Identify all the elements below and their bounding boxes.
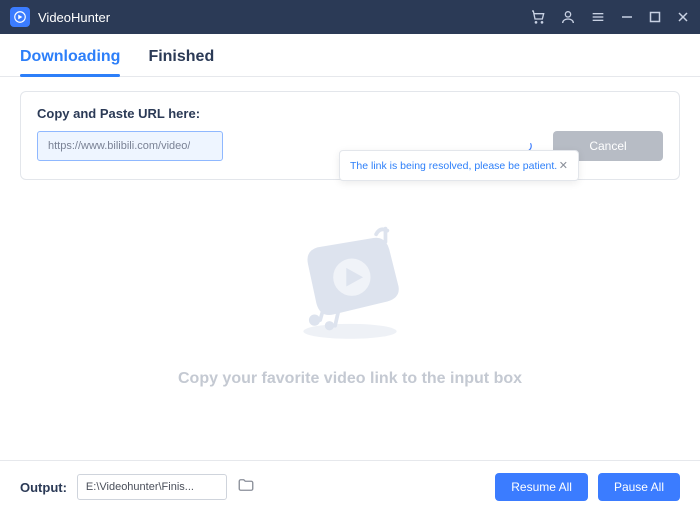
url-input[interactable]: [37, 131, 223, 161]
url-card: Copy and Paste URL here: Cancel The link…: [20, 91, 680, 180]
empty-illustration-icon: [275, 210, 425, 350]
tooltip-close-icon[interactable]: ✕: [559, 159, 568, 172]
empty-caption: Copy your favorite video link to the inp…: [0, 370, 700, 388]
resolving-tooltip: The link is being resolved, please be pa…: [339, 150, 579, 181]
footer: Output: E:\Videohunter\Finis... Resume A…: [0, 460, 700, 515]
tabs: Downloading Finished: [0, 34, 700, 77]
app-logo-icon: [10, 7, 30, 27]
pause-all-button[interactable]: Pause All: [598, 473, 680, 501]
tab-downloading[interactable]: Downloading: [20, 48, 120, 76]
tab-finished[interactable]: Finished: [148, 48, 214, 76]
output-path-field[interactable]: E:\Videohunter\Finis...: [77, 474, 227, 500]
empty-state: Copy your favorite video link to the inp…: [0, 180, 700, 408]
minimize-button[interactable]: [620, 10, 634, 24]
url-label: Copy and Paste URL here:: [37, 106, 663, 121]
titlebar: VideoHunter: [0, 0, 700, 34]
account-icon[interactable]: [560, 9, 576, 25]
app-title: VideoHunter: [38, 10, 530, 25]
browse-folder-icon[interactable]: [237, 476, 255, 499]
tooltip-message: The link is being resolved, please be pa…: [350, 160, 557, 172]
close-button[interactable]: [676, 10, 690, 24]
cart-icon[interactable]: [530, 9, 546, 25]
output-label: Output:: [20, 480, 67, 495]
resume-all-button[interactable]: Resume All: [495, 473, 588, 501]
maximize-button[interactable]: [648, 10, 662, 24]
menu-icon[interactable]: [590, 9, 606, 25]
